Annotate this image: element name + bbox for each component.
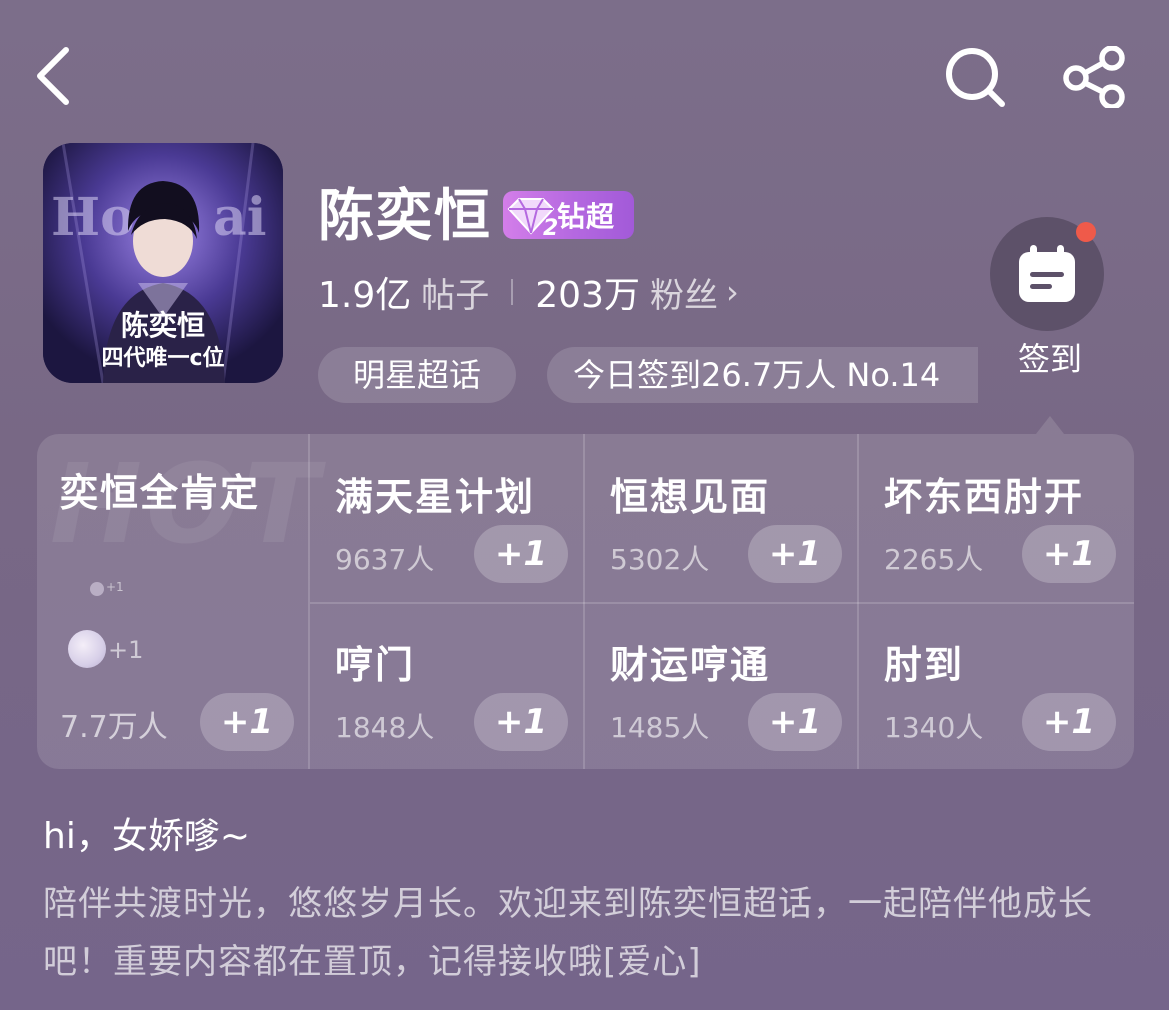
posts-label: 帖子 [421,275,490,316]
mini-plus-label: +1 [108,636,144,664]
calendar-icon [1019,245,1075,302]
svg-text:Ho: Ho [51,187,135,248]
search-icon[interactable] [942,46,1008,108]
avatar-text-line1: 陈奕恒 [121,309,205,342]
hot-topic-title[interactable]: 满天星计划 [335,466,535,521]
badge-label: 钻超 [557,200,616,233]
hot-topic-count: 1485人 [610,711,710,744]
svg-text:ai: ai [213,187,266,248]
hot-topic-title[interactable]: 哼门 [335,634,415,689]
plus-one-button[interactable]: +1 [1022,693,1116,751]
featured-topic-title[interactable]: 奕恒全肯定 [60,462,260,517]
avatar [68,630,106,668]
share-icon[interactable] [1062,46,1128,108]
category-tag[interactable]: 明星超话 [318,347,516,403]
panel-pointer [1036,416,1064,434]
super-topic-page: Ho ai 陈奕恒 四代唯一c位 陈奕恒 2 钻超 1.9亿 帖子 203万 粉… [0,0,1169,1010]
topic-name: 陈奕恒 [318,184,492,249]
checkin-label[interactable]: 签到 [1018,337,1082,381]
hot-topic-count: 9637人 [335,543,435,576]
hot-topic-count: 1848人 [335,711,435,744]
chevron-right-icon[interactable]: › [726,273,739,311]
plus-one-button[interactable]: +1 [1022,525,1116,583]
hot-topic-count: 1340人 [884,711,984,744]
chevron-left-icon[interactable] [30,44,80,108]
avatar-text-line2: 四代唯一c位 [101,345,224,371]
posts-count: 1.9亿 [318,275,412,316]
plus-one-button[interactable]: +1 [748,525,842,583]
greeting-text: hi，女娇嗲~ [43,816,250,857]
hot-topic-title[interactable]: 财运哼通 [610,634,770,689]
fans-label[interactable]: 粉丝 [650,268,718,317]
hot-topic-count: 2265人 [884,543,984,576]
featured-topic-count: 7.7万人 [60,710,168,745]
hot-topic-title[interactable]: 肘到 [884,634,964,689]
plus-one-button[interactable]: +1 [474,525,568,583]
avatar-image: Ho ai 陈奕恒 四代唯一c位 [43,143,283,383]
hot-topic-title[interactable]: 恒想见面 [610,466,770,521]
hot-topic-title[interactable]: 坏东西肘开 [884,466,1084,521]
plus-one-button[interactable]: +1 [748,693,842,751]
stats-divider [511,279,514,305]
level-badge[interactable]: 2 钻超 [503,191,634,239]
topic-avatar[interactable]: Ho ai 陈奕恒 四代唯一c位 [43,143,283,383]
topic-stats: 1.9亿 帖子 203万 粉丝 › [318,266,739,318]
diamond-icon: 2 [507,198,558,239]
avatar [90,582,104,596]
topic-description: 陪伴共渡时光，悠悠岁月长。欢迎来到陈奕恒超话，一起陪伴他成长吧！重要内容都在置顶… [43,884,1093,982]
plus-one-button[interactable]: +1 [200,693,294,751]
plus-one-button[interactable]: +1 [474,693,568,751]
mini-plus-label: +1 [106,580,124,594]
hot-topic-count: 5302人 [610,543,710,576]
notification-dot [1076,222,1096,242]
fans-count[interactable]: 203万 [535,266,640,318]
grid-divider [310,602,1134,604]
checkin-rank-tag[interactable]: 今日签到26.7万人 No.14 [547,347,978,403]
